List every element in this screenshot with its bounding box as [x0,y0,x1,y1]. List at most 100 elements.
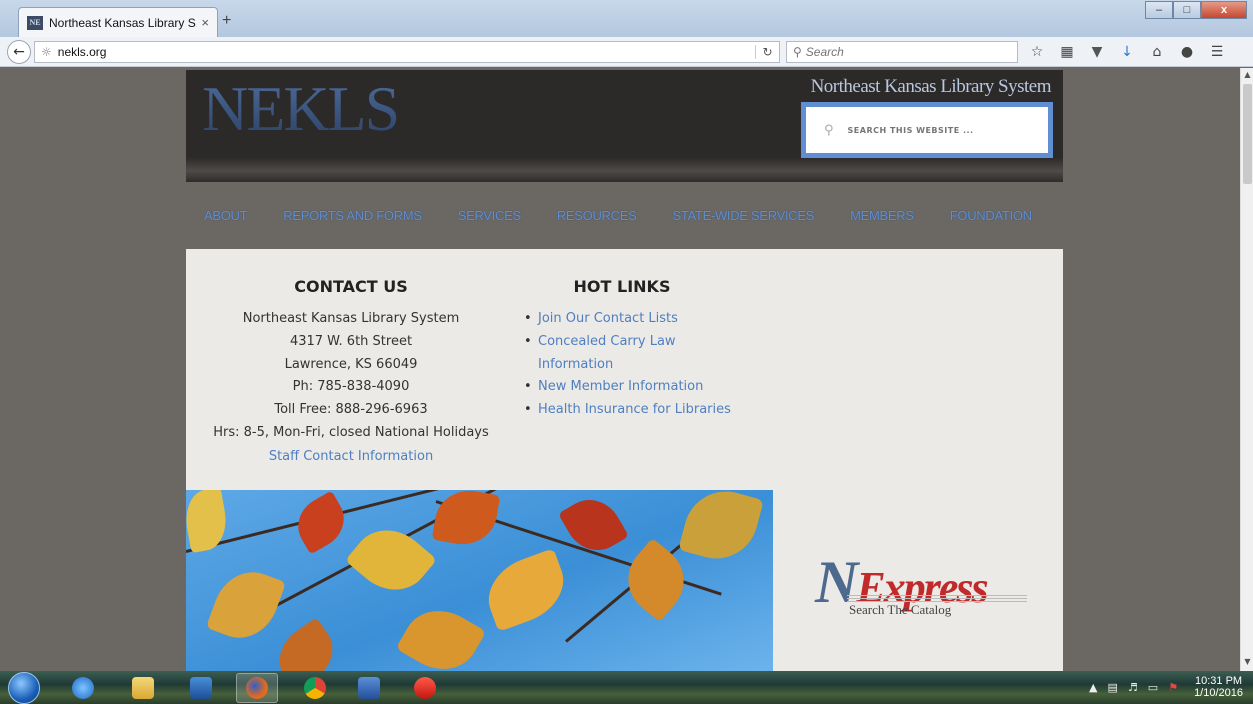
nav-resources[interactable]: RESOURCES [557,208,637,228]
pocket-icon[interactable]: ▼ [1088,43,1106,61]
nav-members[interactable]: MEMBERS [850,208,914,228]
taskbar-explorer[interactable] [122,673,164,703]
scroll-thumb[interactable] [1243,84,1252,184]
site-name: Northeast Kansas Library System [810,76,1052,97]
firefox-icon [246,677,268,699]
search-icon: ⚲ [824,122,834,138]
list-item: Join Our Contact Lists [522,308,742,331]
network-icon[interactable]: ▤ [1108,681,1118,694]
chrome-icon [304,677,326,699]
leaf-shape [186,490,231,554]
minimize-button[interactable]: – [1145,1,1173,19]
tab-title: Northeast Kansas Library S... [49,15,198,30]
site-search-frame: ⚲ [801,102,1053,158]
nav-foundation[interactable]: FOUNDATION [950,208,1032,228]
show-hidden-icons-icon[interactable]: ▲ [1089,681,1097,694]
leaf-shape [678,490,764,568]
clock-time: 10:31 PM [1194,675,1243,687]
list-item: New Member Information [522,376,742,399]
tab-close-icon[interactable]: × [201,15,209,30]
list-item: Health Insurance for Libraries [522,399,742,422]
app-icon [414,677,436,699]
new-tab-button[interactable]: + [222,12,231,30]
word-icon [358,677,380,699]
leaf-shape [288,490,354,555]
page-scrollbar[interactable]: ▲ ▼ [1240,68,1253,671]
address-bar[interactable]: ☼ nekls.org ↻ [34,41,780,63]
bookmark-star-icon[interactable]: ☆ [1028,43,1046,61]
display-icon[interactable]: ▭ [1148,681,1158,694]
toolbar-icons: ☆ ▦ ▼ ↓ ⌂ ● ☰ [1028,43,1226,61]
bookmarks-menu-icon[interactable]: ▦ [1058,43,1076,61]
leaf-shape [431,490,501,550]
clock[interactable]: 10:31 PM 1/10/2016 [1194,675,1243,699]
contact-line: Ph: 785-838-4090 [292,379,410,395]
taskbar-app[interactable] [404,673,446,703]
back-button[interactable]: ← [7,40,31,64]
file-explorer-icon [132,677,154,699]
taskbar-chrome[interactable] [294,673,336,703]
hot-link-concealed-carry[interactable]: Concealed Carry Law Information [538,334,676,372]
leaf-shape [478,548,574,632]
hot-link-contact-lists[interactable]: Join Our Contact Lists [538,311,678,326]
maximize-button[interactable]: □ [1173,1,1201,19]
home-icon[interactable]: ⌂ [1148,43,1166,61]
autumn-leaves-photo [186,490,773,671]
site-search-input[interactable] [847,125,1018,135]
hot-links-heading: HOT LINKS [573,277,671,296]
site-header: NEKLS Northeast Kansas Library System ⚲ [186,70,1063,182]
menu-icon[interactable]: ☰ [1208,43,1226,61]
browser-search-input[interactable] [805,45,996,59]
browser-tab[interactable]: NE Northeast Kansas Library S... × [18,7,218,37]
nav-about[interactable]: ABOUT [204,208,248,228]
nexpress-subtitle: Search The Catalog [849,602,952,617]
site-search-box[interactable]: ⚲ [806,107,1048,153]
internet-explorer-icon [72,677,94,699]
site-identity-icon[interactable]: ☼ [41,45,52,59]
leaf-shape [395,596,487,671]
clock-date: 1/10/2016 [1194,687,1243,699]
taskbar-media[interactable] [180,673,222,703]
nav-reports-and-forms[interactable]: REPORTS AND FORMS [283,208,422,228]
scroll-up-icon[interactable]: ▲ [1241,70,1253,82]
back-arrow-icon: ← [13,44,25,60]
taskbar-ie[interactable] [62,673,104,703]
nav-state-wide-services[interactable]: STATE-WIDE SERVICES [672,208,814,228]
browser-search-box[interactable]: ⚲ [786,41,1018,63]
contact-line: Hrs: 8-5, Mon-Fri, closed National Holid… [213,424,489,440]
contact-section: CONTACT US Northeast Kansas Library Syst… [186,277,516,469]
scroll-down-icon[interactable]: ▼ [1241,657,1253,669]
windows-taskbar: ▲ ▤ ♬ ▭ ⚑ 10:31 PM 1/10/2016 [0,671,1253,704]
nekls-logo[interactable]: NEKLS [202,72,400,146]
close-window-button[interactable]: x [1201,1,1247,19]
volume-icon[interactable]: ♬ [1128,681,1138,694]
leaf-shape [205,561,287,649]
staff-contact-link[interactable]: Staff Contact Information [269,449,433,464]
url-text[interactable]: nekls.org [58,45,755,59]
content-panel: CONTACT US Northeast Kansas Library Syst… [186,249,1063,490]
taskbar-firefox[interactable] [236,673,278,703]
browser-toolbar: ← ☼ nekls.org ↻ ⚲ ☆ ▦ ▼ ↓ ⌂ ● ☰ [0,37,1253,67]
search-icon: ⚲ [793,45,802,59]
action-center-flag-icon[interactable]: ⚑ [1168,681,1178,694]
hot-link-new-member[interactable]: New Member Information [538,379,703,394]
hot-links-list: Join Our Contact Lists Concealed Carry L… [522,308,742,422]
media-player-icon [190,677,212,699]
reload-icon[interactable]: ↻ [755,45,779,59]
hot-link-health-insurance[interactable]: Health Insurance for Libraries [538,402,731,417]
contact-line: Toll Free: 888-296-6963 [274,402,428,418]
contact-line: Lawrence, KS 66049 [284,356,418,372]
nexpress-catalog-link[interactable]: NExpress Search The Catalog [773,490,1063,671]
chat-icon[interactable]: ● [1178,43,1196,61]
page-viewport: NEKLS Northeast Kansas Library System ⚲ … [0,68,1240,671]
nav-services[interactable]: SERVICES [458,208,521,228]
contact-line: Northeast Kansas Library System [242,311,460,326]
window-controls: – □ x [1145,1,1247,19]
contact-heading: CONTACT US [294,277,408,296]
main-nav: ABOUT REPORTS AND FORMS SERVICES RESOURC… [186,208,1063,228]
taskbar-word[interactable] [348,673,390,703]
downloads-icon[interactable]: ↓ [1118,43,1136,61]
start-button[interactable] [8,672,40,704]
site-favicon-icon: NE [27,15,43,30]
contact-line: 4317 W. 6th Street [289,333,413,349]
